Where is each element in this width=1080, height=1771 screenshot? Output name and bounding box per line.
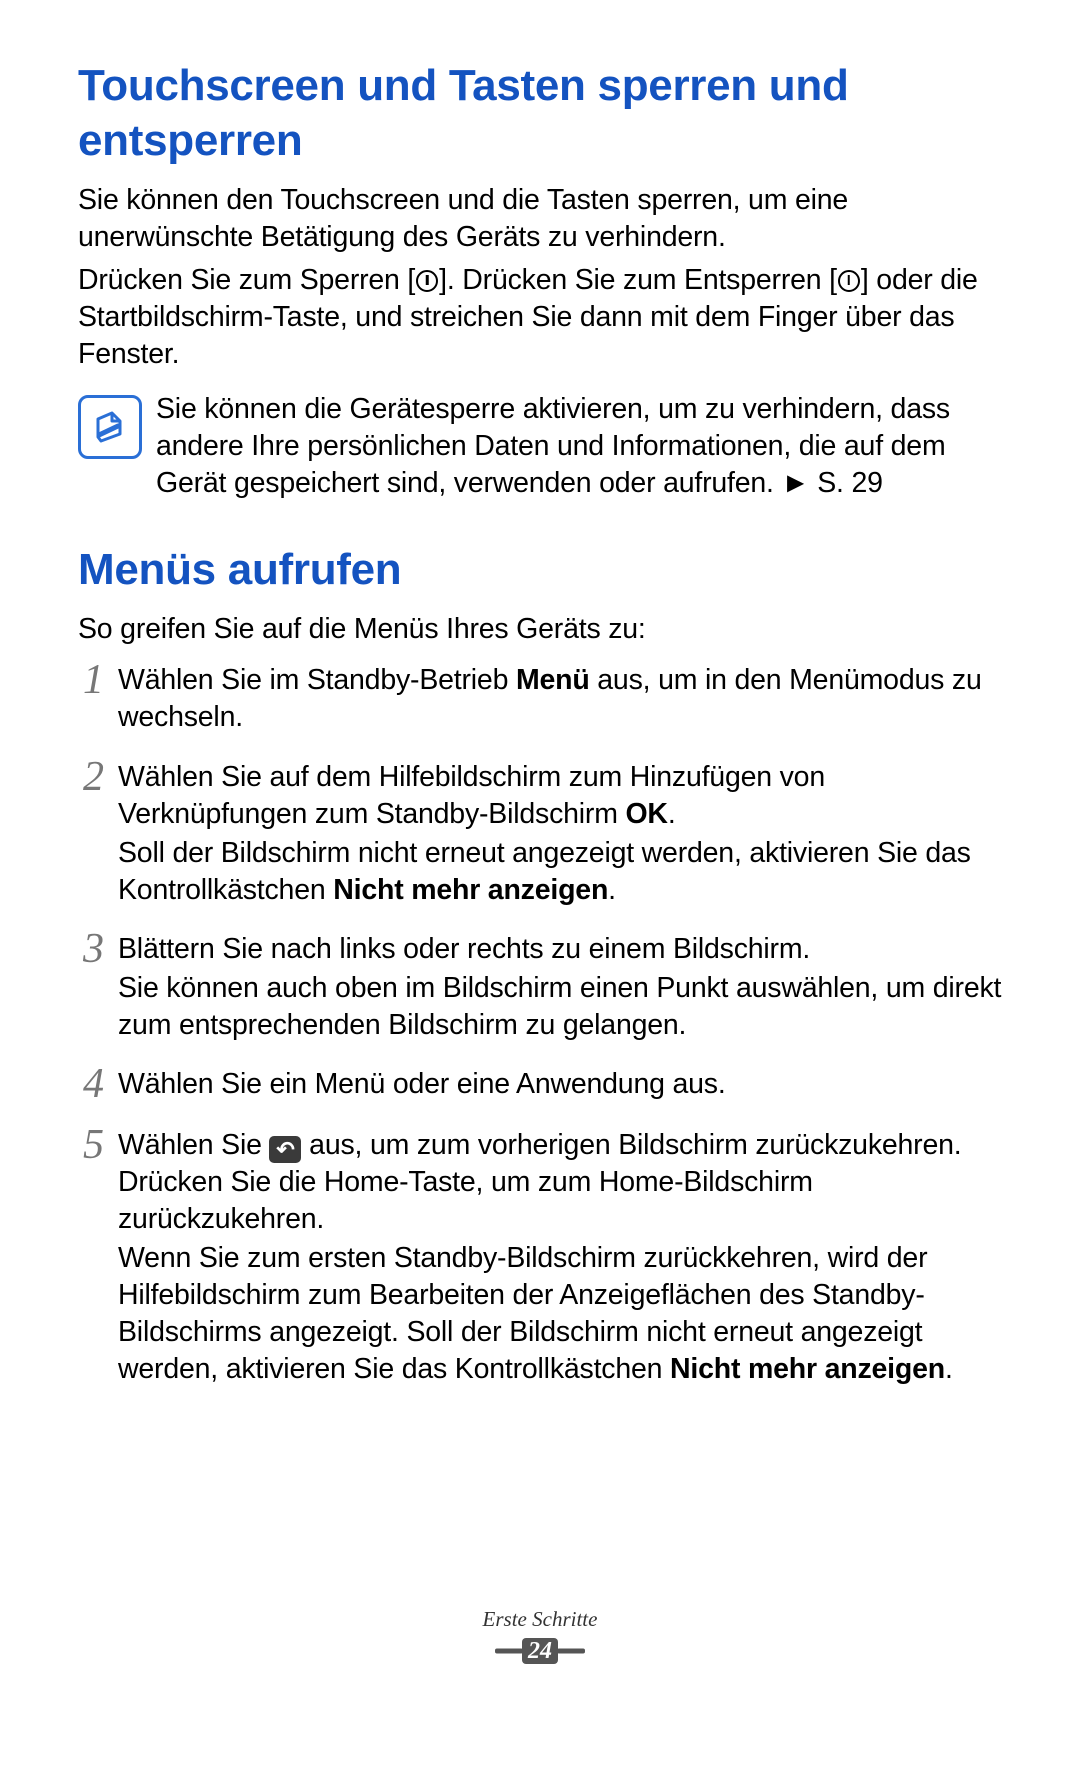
step-number: 3 xyxy=(78,928,104,970)
step-item: 2 Wählen Sie auf dem Hilfebildschirm zum… xyxy=(78,759,1002,909)
text: ]. Drücken Sie zum Entsperren [ xyxy=(439,264,837,296)
footer-section-name: Erste Schritte xyxy=(0,1607,1080,1632)
step-text: Wählen Sie ein Menü oder eine Anwendung … xyxy=(118,1066,1002,1103)
page-number: 24 xyxy=(522,1638,558,1664)
step-item: 1 Wählen Sie im Standby-Betrieb Menü aus… xyxy=(78,662,1002,736)
step-item: 5 Wählen Sie ↶ aus, um zum vorherigen Bi… xyxy=(78,1127,1002,1388)
step-number: 4 xyxy=(78,1063,104,1105)
step-text: Wählen Sie ↶ aus, um zum vorherigen Bild… xyxy=(118,1127,1002,1388)
bold-text: Nicht mehr anzeigen xyxy=(333,874,608,906)
text: Sie können auch oben im Bildschirm einen… xyxy=(118,970,1002,1044)
bold-text: Nicht mehr anzeigen xyxy=(670,1353,945,1385)
text: Wählen Sie xyxy=(118,1129,269,1161)
section-title-menus: Menüs aufrufen xyxy=(78,542,1002,597)
step-text: Blättern Sie nach links oder rechts zu e… xyxy=(118,931,1002,1044)
page-number-badge: 24 xyxy=(495,1636,585,1666)
bold-text: Menü xyxy=(516,664,590,696)
text: Wählen Sie auf dem Hilfebildschirm zum H… xyxy=(118,761,825,830)
power-icon xyxy=(416,270,438,292)
paragraph: Drücken Sie zum Sperren [ ]. Drücken Sie … xyxy=(78,262,1002,373)
note-icon xyxy=(78,395,142,459)
section-title-lock: Touchscreen und Tasten sperren und entsp… xyxy=(78,58,1002,168)
ordered-steps: 1 Wählen Sie im Standby-Betrieb Menü aus… xyxy=(78,662,1002,1388)
text: . xyxy=(668,798,676,830)
document-page: Touchscreen und Tasten sperren und entsp… xyxy=(0,0,1080,1771)
text: Drücken Sie zum Sperren [ xyxy=(78,264,415,296)
step-number: 5 xyxy=(78,1124,104,1166)
step-item: 3 Blättern Sie nach links oder rechts zu… xyxy=(78,931,1002,1044)
paragraph: So greifen Sie auf die Menüs Ihres Gerät… xyxy=(78,611,1002,648)
step-number: 2 xyxy=(78,756,104,798)
text: . xyxy=(945,1353,953,1385)
text: . xyxy=(608,874,616,906)
step-text: Wählen Sie auf dem Hilfebildschirm zum H… xyxy=(118,759,1002,909)
note-box: Sie können die Gerätesperre aktivieren, … xyxy=(78,391,1002,502)
power-icon xyxy=(838,270,860,292)
note-text: Sie können die Gerätesperre aktivieren, … xyxy=(156,391,1002,502)
text: Wählen Sie ein Menü oder eine Anwendung … xyxy=(118,1066,1002,1103)
paragraph: Sie können den Touchscreen und die Taste… xyxy=(78,182,1002,256)
step-text: Wählen Sie im Standby-Betrieb Menü aus, … xyxy=(118,662,1002,736)
text: Wählen Sie im Standby-Betrieb xyxy=(118,664,516,696)
bold-text: OK xyxy=(625,798,667,830)
text: Blättern Sie nach links oder rechts zu e… xyxy=(118,931,1002,968)
back-key-icon: ↶ xyxy=(269,1136,301,1163)
step-item: 4 Wählen Sie ein Menü oder eine Anwendun… xyxy=(78,1066,1002,1105)
page-footer: Erste Schritte 24 xyxy=(0,1607,1080,1671)
step-number: 1 xyxy=(78,659,104,701)
